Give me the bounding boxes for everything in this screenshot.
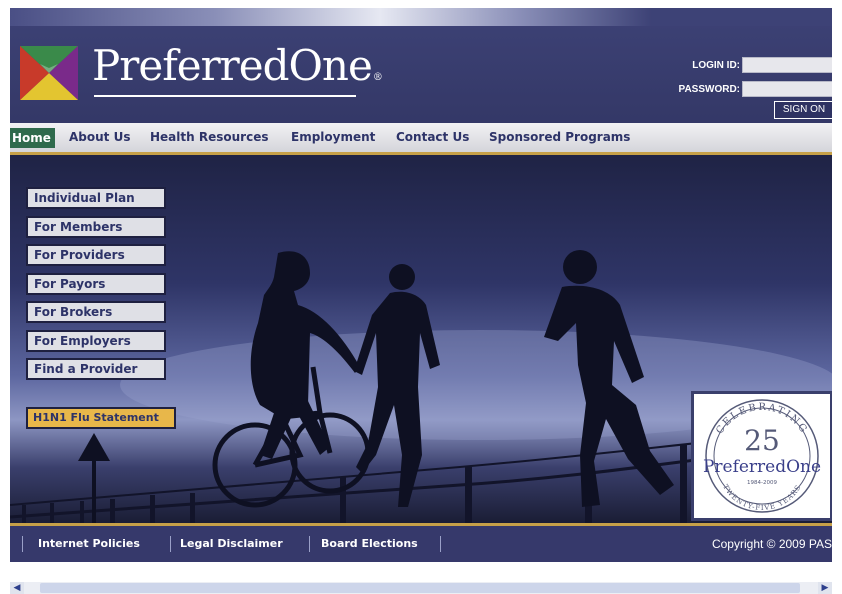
hero-banner: Individual Plan For Members For Provider…	[10, 155, 832, 523]
sidebar-item-for-members[interactable]: For Members	[26, 216, 166, 238]
page-frame: PreferredOne® LOGIN ID: PASSWORD: SIGN O…	[10, 8, 832, 562]
scroll-left-icon[interactable]: ◀	[10, 582, 24, 594]
badge-brand: PreferredOne	[703, 457, 821, 477]
footer-link-legal-disclaimer[interactable]: Legal Disclaimer	[180, 526, 283, 562]
nav-sponsored-programs[interactable]: Sponsored Programs	[489, 123, 630, 152]
sidebar-item-for-employers[interactable]: For Employers	[26, 330, 166, 352]
password-input[interactable]	[742, 81, 832, 97]
nav-home[interactable]: Home	[10, 128, 55, 148]
sidebar-item-for-payors[interactable]: For Payors	[26, 273, 166, 295]
footer-separator	[440, 536, 441, 552]
main-nav: Home About Us Health Resources Employmen…	[10, 123, 832, 155]
footer-separator	[22, 536, 23, 552]
footer-link-board-elections[interactable]: Board Elections	[321, 526, 418, 562]
nav-employment[interactable]: Employment	[291, 123, 375, 152]
scrollbar-thumb[interactable]	[40, 583, 800, 593]
sign-on-button[interactable]: SIGN ON	[774, 101, 832, 119]
nav-contact-us[interactable]: Contact Us	[396, 123, 469, 152]
badge-number: 25	[744, 424, 780, 457]
nav-about-us[interactable]: About Us	[69, 123, 130, 152]
footer-link-internet-policies[interactable]: Internet Policies	[38, 526, 140, 562]
sidebar-item-find-a-provider[interactable]: Find a Provider	[26, 358, 166, 380]
svg-text:TWENTY-FIVE YEARS: TWENTY-FIVE YEARS	[721, 483, 803, 512]
horizontal-scrollbar[interactable]: ◀ ▶	[10, 582, 832, 594]
scroll-right-icon[interactable]: ▶	[818, 582, 832, 594]
copyright-text: Copyright © 2009 PAS	[711, 537, 832, 551]
header: PreferredOne® LOGIN ID: PASSWORD: SIGN O…	[10, 8, 832, 123]
badge-bottom-text: TWENTY-FIVE YEARS	[721, 483, 802, 512]
brand-logo-text[interactable]: PreferredOne®	[92, 41, 383, 90]
sidebar-item-for-providers[interactable]: For Providers	[26, 244, 166, 266]
anniversary-seal: CELEBRATING 25 PreferredOne 1984-2009 TW…	[703, 399, 821, 513]
footer-separator	[309, 536, 310, 552]
badge-years: 1984-2009	[747, 480, 777, 486]
footer: Internet Policies Legal Disclaimer Board…	[10, 523, 832, 562]
password-label: PASSWORD:	[678, 84, 740, 95]
footer-separator	[170, 536, 171, 552]
brand-name: PreferredOne	[92, 41, 373, 90]
header-glow	[10, 8, 832, 26]
login-id-input[interactable]	[742, 57, 832, 73]
registered-mark: ®	[372, 72, 383, 83]
login-id-label: LOGIN ID:	[692, 60, 740, 71]
nav-health-resources[interactable]: Health Resources	[150, 123, 268, 152]
anniversary-badge[interactable]: CELEBRATING 25 PreferredOne 1984-2009 TW…	[691, 391, 832, 521]
sidebar-item-individual-plan[interactable]: Individual Plan	[26, 187, 166, 209]
brand-underline	[94, 95, 356, 97]
h1n1-flu-statement-button[interactable]: H1N1 Flu Statement	[26, 407, 176, 429]
logo-mark-icon	[20, 46, 78, 100]
sidebar-item-for-brokers[interactable]: For Brokers	[26, 301, 166, 323]
